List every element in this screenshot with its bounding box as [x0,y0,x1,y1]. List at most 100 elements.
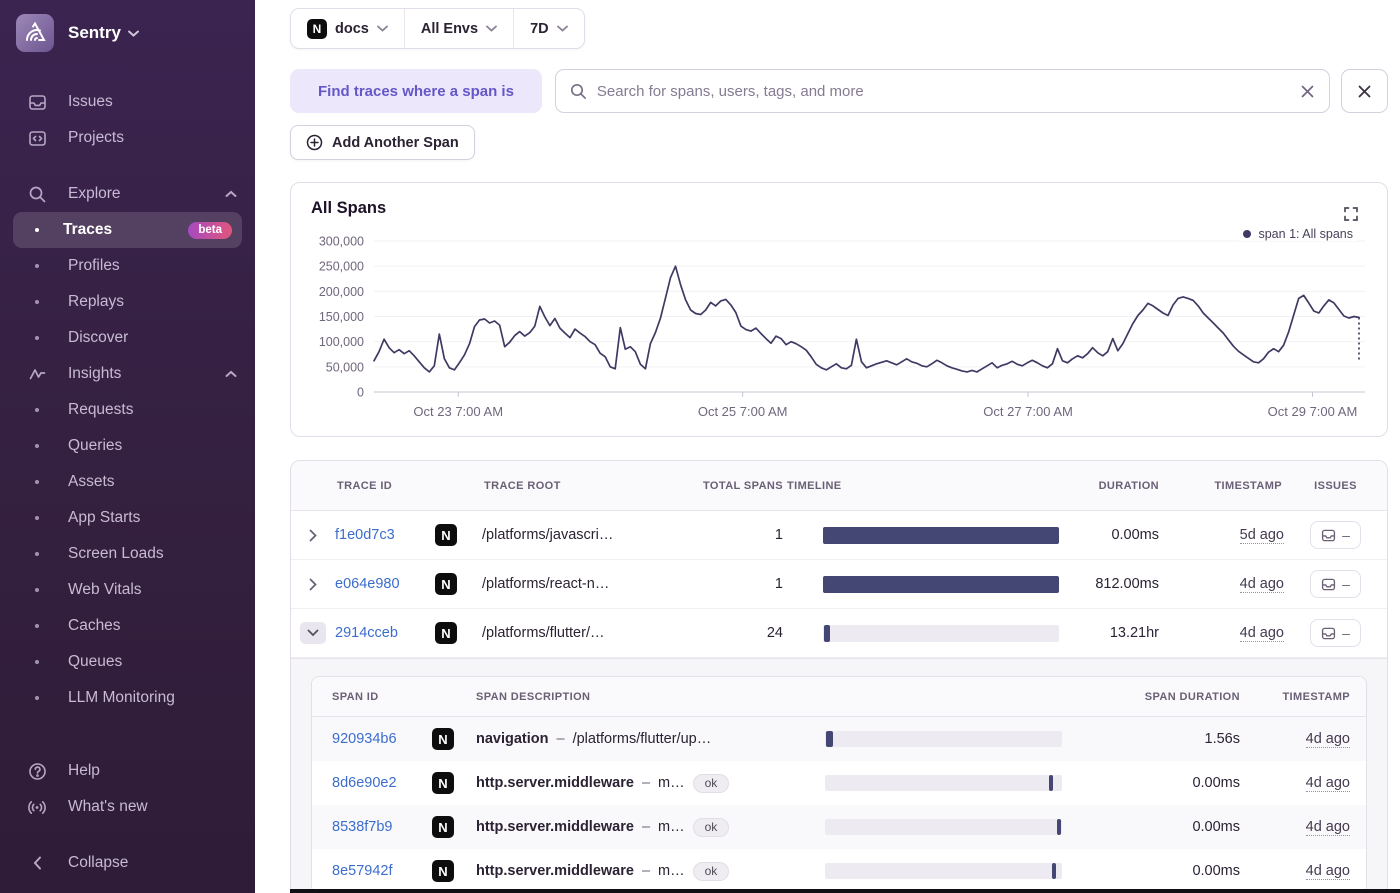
issues-count-pill[interactable]: – [1310,619,1361,647]
span-row: 920934b6 N navigation – /platforms/flutt… [312,717,1366,761]
span-id-link[interactable]: 920934b6 [332,731,397,747]
projects-icon [26,129,48,148]
nextjs-platform-icon: N [435,524,457,546]
sidebar-collapse-button[interactable]: Collapse [0,845,255,881]
timestamp-link[interactable]: 5d ago [1239,527,1284,544]
span-timeline-bar [825,863,1062,879]
span-timeline-bar [825,819,1062,835]
timestamp-link[interactable]: 4d ago [1305,863,1350,880]
sidebar-item-app-starts[interactable]: App Starts [0,500,255,536]
bullet-icon [26,516,48,520]
chevron-down-icon [307,629,319,637]
span-row: 8d6e90e2 N http.server.middleware – m… o… [312,761,1366,805]
timestamp-link[interactable]: 4d ago [1305,819,1350,836]
span-id-link[interactable]: 8e57942f [332,863,392,879]
bullet-icon [26,552,48,556]
sidebar-item-queries[interactable]: Queries [0,428,255,464]
sidebar-item-issues[interactable]: Issues [0,84,255,120]
svg-text:250,000: 250,000 [319,260,364,274]
sidebar-item-help[interactable]: Help [0,753,255,789]
span-filter-row: Find traces where a span is [290,69,1388,113]
total-spans: 1 [774,527,783,543]
project-selector[interactable]: N docs [291,9,404,48]
environment-selector[interactable]: All Envs [405,9,513,48]
sidebar-item-projects[interactable]: Projects [0,120,255,156]
expanded-spans-panel: SPAN ID SPAN DESCRIPTION SPAN DURATION T… [291,658,1387,892]
remove-span-filter-button[interactable] [1341,69,1388,113]
bullet-icon [26,444,48,448]
col-duration: DURATION [1098,479,1159,492]
beta-badge: beta [188,221,232,239]
span-search-box[interactable] [554,69,1330,113]
broadcast-icon [26,798,48,817]
status-badge: ok [692,861,730,881]
chart-legend[interactable]: span 1: All spans [1239,227,1357,241]
date-range-selector[interactable]: 7D [514,9,584,48]
chevron-up-icon[interactable] [225,190,237,198]
sidebar-item-queues[interactable]: Queues [0,644,255,680]
bullet-icon [26,264,48,268]
table-row: e064e980 N /platforms/react-n… 1 812.00m… [291,560,1387,609]
add-span-row: Add Another Span [290,125,1388,160]
nextjs-platform-icon: N [435,622,457,644]
span-duration: 0.00ms [1192,863,1240,879]
search-icon [26,185,48,204]
sidebar-item-whats-new[interactable]: What's new [0,789,255,825]
span-search-input[interactable] [596,82,1290,100]
org-switcher[interactable]: Sentry [0,0,255,62]
all-spans-chart-panel: All Spans span 1: All spans 0 50,000 100,0… [290,182,1388,437]
col-span-description: SPAN DESCRIPTION [476,690,591,703]
svg-text:Oct 29 7:00 AM: Oct 29 7:00 AM [1268,404,1358,419]
chevron-up-icon[interactable] [225,370,237,378]
timestamp-link[interactable]: 4d ago [1239,576,1284,593]
bullet-icon [26,588,48,592]
collapse-row-chevron[interactable] [300,622,326,644]
trace-id-link[interactable]: 2914cceb [335,625,398,641]
timeline-bar [823,624,1059,642]
nextjs-platform-icon: N [432,728,454,750]
add-another-span-button[interactable]: Add Another Span [290,125,475,160]
sidebar-item-traces[interactable]: Traces beta [13,212,242,248]
span-id-link[interactable]: 8d6e90e2 [332,775,397,791]
issues-count-pill[interactable]: – [1310,521,1361,549]
duration: 13.21hr [1109,625,1159,641]
sidebar-item-discover[interactable]: Discover [0,320,255,356]
sidebar-item-replays[interactable]: Replays [0,284,255,320]
trace-id-link[interactable]: f1e0d7c3 [335,527,395,543]
span-row: 8e57942f N http.server.middleware – m… o… [312,849,1366,892]
sidebar-item-requests[interactable]: Requests [0,392,255,428]
sidebar-item-screen-loads[interactable]: Screen Loads [0,536,255,572]
chevron-down-icon [127,30,139,37]
issues-count-pill[interactable]: – [1310,570,1361,598]
span-duration: 0.00ms [1192,819,1240,835]
col-timestamp: TIMESTAMP [1282,690,1350,703]
find-traces-label: Find traces where a span is [290,69,542,113]
nextjs-platform-icon: N [307,18,327,39]
sidebar-item-web-vitals[interactable]: Web Vitals [0,572,255,608]
sidebar-item-assets[interactable]: Assets [0,464,255,500]
timestamp-link[interactable]: 4d ago [1305,731,1350,748]
span-timeline-bar [825,731,1062,747]
span-duration: 1.56s [1204,731,1240,747]
trace-id-link[interactable]: e064e980 [335,576,400,592]
sidebar-section-explore[interactable]: Explore [0,176,255,212]
expand-row-chevron[interactable] [291,578,335,591]
expand-row-chevron[interactable] [291,529,335,542]
span-description: navigation – /platforms/flutter/up… [476,731,712,747]
sidebar-item-llm-monitoring[interactable]: LLM Monitoring [0,680,255,716]
svg-text:Oct 23 7:00 AM: Oct 23 7:00 AM [413,404,503,419]
main-content: N docs All Envs 7D Find traces where a s… [255,0,1400,893]
clear-search-icon[interactable] [1300,84,1315,99]
sidebar-section-insights[interactable]: Insights [0,356,255,392]
col-span-id: SPAN ID [332,690,379,703]
bullet-icon [26,660,48,664]
span-id-link[interactable]: 8538f7b9 [332,819,392,835]
svg-text:50,000: 50,000 [326,360,364,374]
timestamp-link[interactable]: 4d ago [1239,625,1284,642]
sidebar-item-profiles[interactable]: Profiles [0,248,255,284]
timestamp-link[interactable]: 4d ago [1305,775,1350,792]
span-timeline-bar [825,775,1062,791]
all-spans-line-chart: 0 50,000 100,000 150,000 200,000 250,000 300,0… [319,235,1365,419]
sidebar-item-caches[interactable]: Caches [0,608,255,644]
col-timeline: TIMELINE [787,479,842,492]
